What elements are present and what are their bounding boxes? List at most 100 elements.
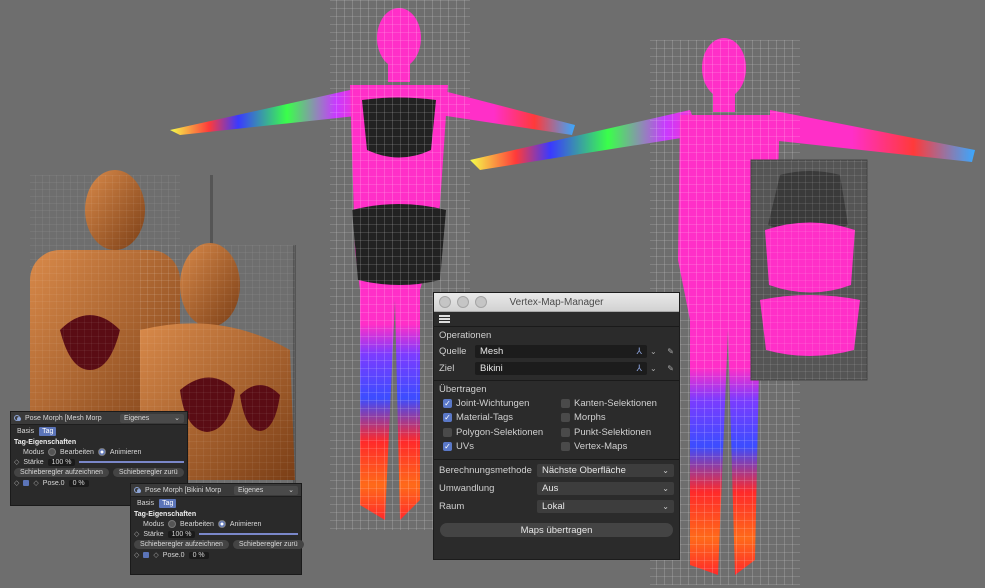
pose-field[interactable]: 0 %	[188, 551, 209, 559]
pose-morph-tag-icon	[14, 414, 22, 422]
pose-morph-panel-bikini: Pose Morph [Bikini Morp Eigenes ⌄ Basis …	[130, 483, 304, 575]
section-title: Tag-Eigenschaften	[134, 511, 197, 518]
keyframe-diamond-icon[interactable]: ◇	[14, 458, 19, 466]
target-field[interactable]: Bikini ⅄	[475, 362, 647, 375]
pose-checkbox[interactable]	[143, 552, 150, 558]
space-label: Raum	[439, 501, 465, 512]
option-label: Morphs	[574, 412, 606, 423]
picker-pipette-icon[interactable]: ✎	[667, 347, 674, 356]
target-aux: ⌄ ✎	[650, 364, 674, 373]
window-zoom-button[interactable]	[475, 296, 487, 308]
chevron-down-icon[interactable]: ⌄	[650, 364, 657, 373]
keyframe-diamond-icon[interactable]: ◇	[134, 530, 139, 538]
strength-slider[interactable]	[199, 533, 298, 535]
chevron-down-icon[interactable]: ⌄	[650, 347, 657, 356]
tab-tag[interactable]: Tag	[159, 499, 177, 508]
option-uvs[interactable]: ✓ UVs	[443, 441, 474, 452]
option-polygon-selections[interactable]: Polygon-Selektionen	[443, 427, 543, 438]
section-title: Tag-Eigenschaften	[14, 439, 77, 446]
window-minimize-button[interactable]	[457, 296, 469, 308]
checkbox-icon[interactable]	[561, 399, 570, 408]
space-select[interactable]: Lokal ⌄	[537, 500, 674, 513]
panel-header: Pose Morph [Mesh Morp Eigenes ⌄	[11, 412, 187, 425]
vertex-map-manager-window: Vertex-Map-Manager Operationen Quelle Me…	[433, 292, 680, 560]
reset-sliders-button[interactable]: Schieberegler zurü	[112, 468, 184, 477]
conversion-value: Aus	[542, 483, 559, 494]
picker-pipette-icon[interactable]: ✎	[667, 364, 674, 373]
checkbox-icon[interactable]	[561, 442, 570, 451]
option-material-tags[interactable]: ✓ Material-Tags	[443, 412, 513, 423]
bikini-inset	[750, 159, 868, 381]
target-value: Bikini	[480, 363, 503, 374]
chevron-down-icon: ⌄	[662, 466, 669, 475]
radio-animate[interactable]	[217, 520, 226, 528]
transfer-maps-button[interactable]: Maps übertragen	[440, 523, 673, 537]
pose-checkbox[interactable]	[23, 480, 30, 486]
calc-method-select[interactable]: Nächste Oberfläche ⌄	[537, 464, 674, 477]
checkbox-icon[interactable]	[561, 428, 570, 437]
reset-sliders-button[interactable]: Schieberegler zurü	[232, 540, 304, 549]
checkbox-icon[interactable]	[561, 413, 570, 422]
tab-tag[interactable]: Tag	[39, 427, 57, 436]
option-vertex-maps[interactable]: Vertex-Maps	[561, 441, 627, 452]
window-title: Vertex-Map-Manager	[509, 296, 604, 308]
window-close-button[interactable]	[439, 296, 451, 308]
conversion-select[interactable]: Aus ⌄	[537, 482, 674, 495]
conversion-label: Umwandlung	[439, 483, 495, 494]
option-label: UVs	[456, 441, 474, 452]
mode-label: Modus	[143, 520, 165, 528]
mode-dropdown[interactable]: Eigenes ⌄	[234, 485, 298, 495]
operations-heading: Operationen	[439, 330, 492, 341]
calc-method-label: Berechnungsmethode	[439, 465, 532, 476]
record-sliders-button[interactable]: Schieberegler aufzeichnen	[134, 540, 229, 549]
checkbox-checked-icon[interactable]: ✓	[443, 442, 452, 451]
pose-label: Pose.0	[42, 479, 65, 487]
strength-field[interactable]: 100 %	[47, 458, 76, 466]
target-row: Ziel Bikini ⅄ ⌄ ✎	[439, 362, 674, 375]
checkbox-icon[interactable]	[443, 428, 452, 437]
option-joint-weights[interactable]: ✓ Joint-Wichtungen	[443, 398, 529, 409]
mode-dropdown[interactable]: Eigenes ⌄	[120, 413, 184, 423]
hamburger-menu-icon[interactable]	[439, 315, 450, 323]
option-morphs[interactable]: Morphs	[561, 412, 606, 423]
tab-basis[interactable]: Basis	[134, 499, 157, 508]
strength-field[interactable]: 100 %	[167, 530, 196, 538]
radio-edit[interactable]	[48, 448, 57, 456]
space-row: Raum Lokal ⌄	[439, 500, 674, 513]
mode-dropdown-value: Eigenes	[124, 414, 150, 422]
space-value: Lokal	[542, 501, 565, 512]
pose-field[interactable]: 0 %	[68, 479, 89, 487]
panel-title: Pose Morph [Bikini Morp	[145, 486, 222, 494]
calc-method-row: Berechnungsmethode Nächste Oberfläche ⌄	[439, 464, 674, 477]
keyframe-diamond-icon[interactable]: ◇	[134, 551, 139, 559]
source-field[interactable]: Mesh ⅄	[475, 345, 647, 358]
divider	[434, 459, 679, 460]
strength-slider[interactable]	[79, 461, 184, 463]
checkbox-checked-icon[interactable]: ✓	[443, 413, 452, 422]
radio-animate[interactable]	[97, 448, 106, 456]
transfer-heading: Übertragen	[439, 384, 487, 395]
record-sliders-button[interactable]: Schieberegler aufzeichnen	[14, 468, 109, 477]
strength-label: Stärke	[143, 530, 164, 538]
keyframe-diamond-icon[interactable]: ◇	[14, 479, 19, 487]
radio-edit[interactable]	[168, 520, 177, 528]
option-label: Polygon-Selektionen	[456, 427, 544, 438]
strength-row: ◇ Stärke 100 %	[131, 529, 301, 539]
chevron-down-icon: ⌄	[662, 502, 669, 511]
divider	[434, 380, 679, 381]
object-link-icon: ⅄	[636, 363, 643, 373]
option-point-selections[interactable]: Punkt-Selektionen	[561, 427, 651, 438]
pose-morph-tag-icon	[134, 486, 142, 494]
keyframe-diamond-icon[interactable]: ◇	[153, 551, 158, 559]
option-label: Joint-Wichtungen	[456, 398, 530, 409]
checkbox-checked-icon[interactable]: ✓	[443, 399, 452, 408]
chevron-down-icon: ⌄	[174, 415, 180, 422]
strength-label: Stärke	[23, 458, 44, 466]
source-value: Mesh	[480, 346, 504, 357]
keyframe-diamond-icon[interactable]: ◇	[33, 479, 38, 487]
tab-basis[interactable]: Basis	[14, 427, 37, 436]
panel-header: Pose Morph [Bikini Morp Eigenes ⌄	[131, 484, 301, 497]
radio-edit-label: Bearbeiten	[180, 520, 214, 528]
window-titlebar[interactable]: Vertex-Map-Manager	[434, 293, 679, 312]
option-edge-selections[interactable]: Kanten-Selektionen	[561, 398, 657, 409]
